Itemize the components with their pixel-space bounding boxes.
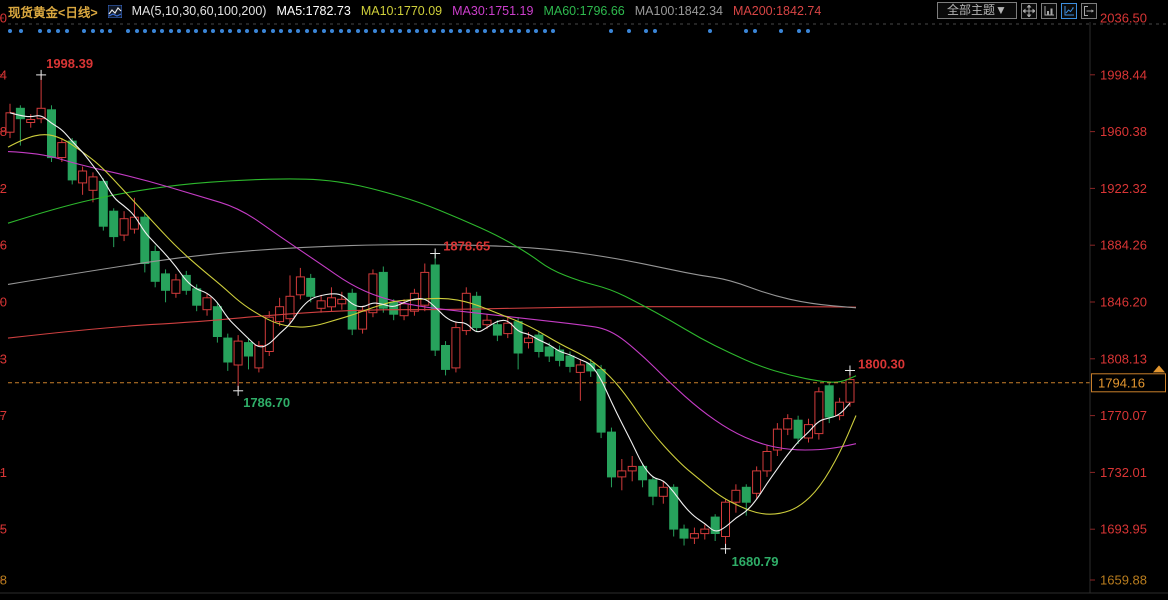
svg-text:1732.01: 1732.01 [1100,465,1147,480]
candlestick-chart-icon [107,4,122,18]
instrument-title: 现货黄金<日线> [8,2,98,21]
svg-text:1693.95: 1693.95 [0,522,7,537]
svg-text:1998.44: 1998.44 [0,67,7,82]
svg-text:1922.32: 1922.32 [0,181,7,196]
svg-text:1808.13: 1808.13 [0,351,7,366]
ma5-value: MA5:1782.73 [276,4,351,18]
svg-text:1693.95: 1693.95 [1100,522,1147,537]
chart-header: 现货黄金<日线> MA(5,10,30,60,100,200) MA5:1782… [0,0,1168,22]
pop-out-icon[interactable] [1081,2,1097,19]
themes-dropdown[interactable]: 全部主题▼ [937,2,1017,19]
ma10-value: MA10:1770.09 [360,4,443,18]
svg-text:1800.30: 1800.30 [858,357,905,372]
trading-terminal: 现货黄金<日线> MA(5,10,30,60,100,200) MA5:1782… [0,0,1168,600]
header-left-group: 现货黄金<日线> MA(5,10,30,60,100,200) MA5:1782… [8,2,821,21]
svg-text:1786.70: 1786.70 [243,395,290,410]
axis-scale-icon[interactable] [1041,2,1057,19]
trend-chart-icon[interactable] [1061,2,1077,19]
ma30-value: MA30:1751.19 [452,4,534,18]
svg-text:1680.79: 1680.79 [732,554,779,569]
svg-text:1794.16: 1794.16 [1098,375,1145,390]
ma-group-label: MA(5,10,30,60,100,200) [131,4,267,18]
svg-text:1884.26: 1884.26 [1100,238,1147,253]
svg-text:1808.13: 1808.13 [1100,351,1147,366]
svg-text:1846.20: 1846.20 [0,295,7,310]
chart-canvas[interactable]: 1998.391786.701878.651680.791800.302036.… [0,0,1168,600]
svg-text:1998.44: 1998.44 [1100,67,1147,82]
period-label: <日线> [58,5,98,20]
svg-text:1770.07: 1770.07 [0,408,7,423]
svg-text:1770.07: 1770.07 [1100,408,1147,423]
svg-text:1960.38: 1960.38 [0,124,7,139]
svg-text:1998.39: 1998.39 [46,56,93,71]
svg-text:1884.26: 1884.26 [0,238,7,253]
svg-text:1846.20: 1846.20 [1100,295,1147,310]
ma200-value: MA200:1842.74 [733,4,822,18]
svg-text:1732.01: 1732.01 [0,465,7,480]
pan-icon[interactable] [1021,2,1037,19]
svg-text:1878.65: 1878.65 [443,239,490,254]
svg-text:1659.88: 1659.88 [1100,573,1147,588]
svg-text:1960.38: 1960.38 [1100,124,1147,139]
svg-text:1659.88: 1659.88 [0,573,7,588]
svg-text:1922.32: 1922.32 [1100,181,1147,196]
ma100-value: MA100:1842.34 [634,4,724,18]
instrument-name: 现货黄金 [8,5,59,20]
header-toolbar: 全部主题▼ [937,2,1097,19]
ma60-value: MA60:1796.66 [543,4,625,18]
